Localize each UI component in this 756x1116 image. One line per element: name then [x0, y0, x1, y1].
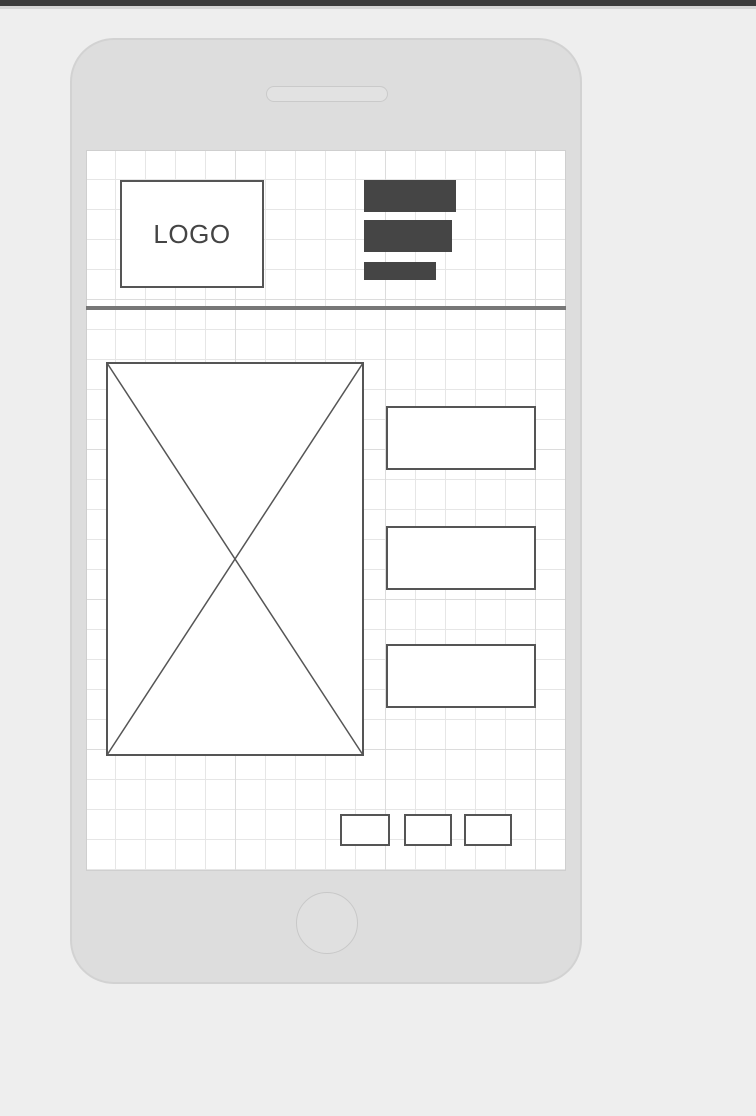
nav-item-1[interactable]: [364, 180, 456, 212]
header-divider: [86, 306, 566, 310]
window-top-bar-shadow: [0, 6, 756, 9]
logo-placeholder[interactable]: LOGO: [120, 180, 264, 288]
speaker-icon: [266, 86, 388, 102]
nav-item-3[interactable]: [364, 262, 436, 280]
content-block-3[interactable]: [386, 644, 536, 708]
image-placeholder-graphic: [106, 362, 364, 756]
home-button-icon[interactable]: [296, 892, 358, 954]
nav-item-2[interactable]: [364, 220, 452, 252]
content-block-2[interactable]: [386, 526, 536, 590]
pager-button-3[interactable]: [464, 814, 512, 846]
content-block-1[interactable]: [386, 406, 536, 470]
logo-label: LOGO: [153, 218, 231, 249]
pager-button-1[interactable]: [340, 814, 390, 846]
pager-button-2[interactable]: [404, 814, 452, 846]
image-placeholder-icon: [106, 362, 364, 756]
